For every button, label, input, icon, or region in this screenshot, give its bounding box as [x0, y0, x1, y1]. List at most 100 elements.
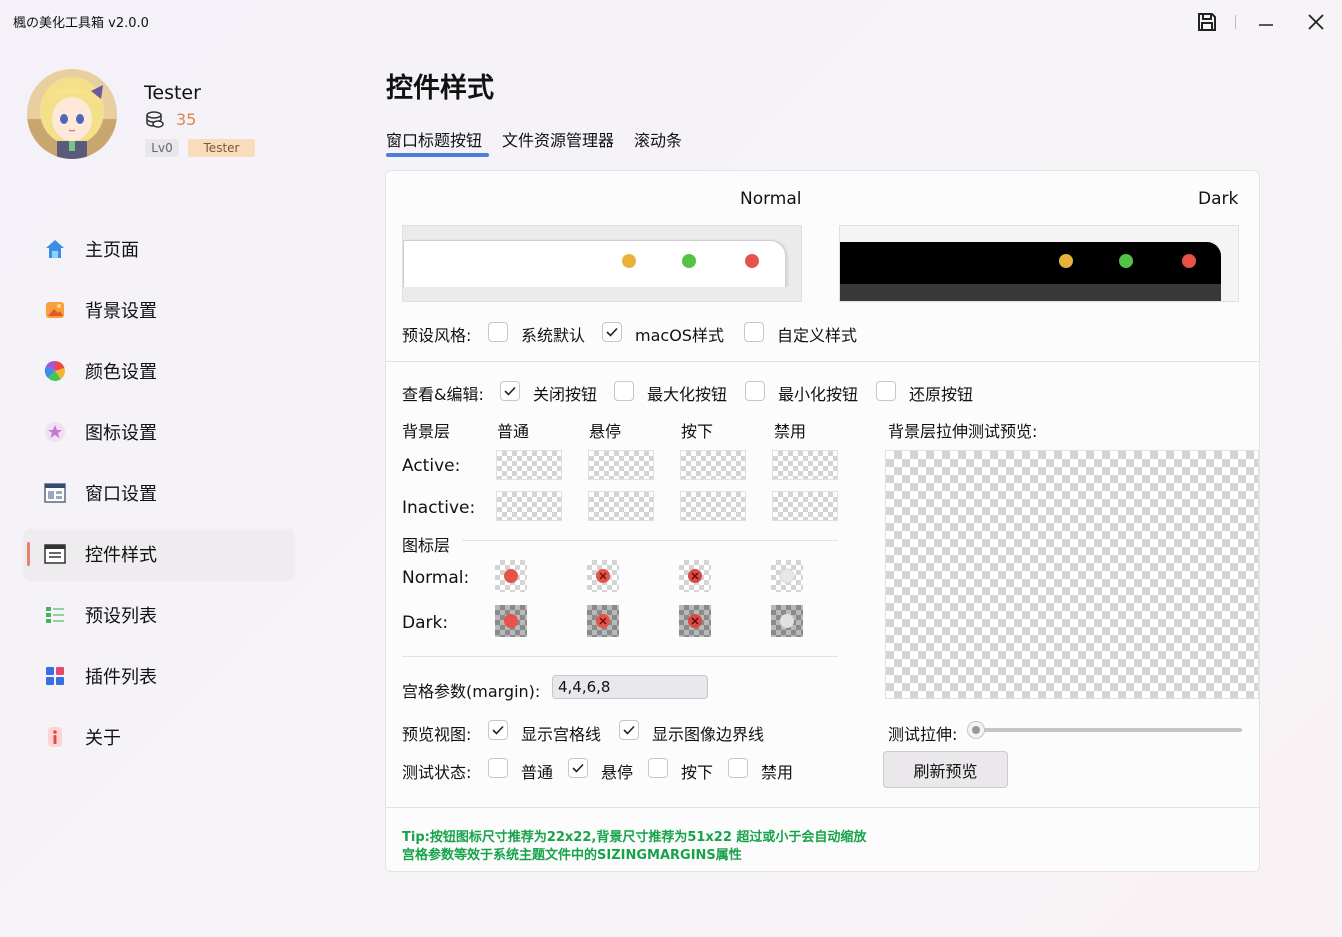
test-state-pressed-checkbox[interactable]	[648, 758, 668, 778]
mac-minimize-dot	[622, 254, 636, 268]
tip-line-1: Tip:按钮图标尺寸推荐为22x22,背景尺寸推荐为51x22 超过或小于会自动…	[402, 830, 867, 845]
icon-dark-disabled-slot[interactable]	[771, 605, 803, 637]
show-image-border-checkbox[interactable]	[619, 720, 639, 740]
titlebar-divider	[1235, 15, 1236, 29]
tab-scrollbar[interactable]: 滚动条	[634, 127, 682, 151]
preset-system-checkbox[interactable]	[488, 322, 508, 342]
stretch-slider-thumb[interactable]	[967, 721, 985, 739]
nav-item-home[interactable]: 主页面	[24, 224, 294, 274]
nav-label: 关于	[85, 728, 121, 749]
active-indicator	[27, 542, 30, 566]
divider	[386, 361, 1259, 362]
mac-close-dot	[1182, 254, 1196, 268]
nav-label: 预设列表	[85, 606, 157, 627]
coin-count: 35	[176, 110, 197, 129]
bg-active-pressed-slot[interactable]	[680, 450, 746, 480]
nav-item-background[interactable]: 背景设置	[24, 285, 294, 335]
edit-maximize-checkbox[interactable]	[614, 381, 634, 401]
icon-normal-row-label: Normal:	[402, 568, 470, 588]
preset-label: 预设风格:	[402, 326, 472, 345]
stretch-slider-track[interactable]	[974, 728, 1242, 732]
edit-close-checkbox[interactable]	[500, 381, 520, 401]
edit-close-label: 关闭按钮	[533, 385, 598, 404]
bg-active-hover-slot[interactable]	[588, 450, 654, 480]
test-state-disabled-checkbox[interactable]	[728, 758, 748, 778]
margin-label: 宫格参数(margin):	[402, 682, 541, 701]
test-state-hover-checkbox[interactable]	[568, 758, 588, 778]
preview-view-label: 预览视图:	[402, 725, 472, 744]
icon-dark-hover-slot[interactable]	[587, 605, 619, 637]
refresh-preview-button[interactable]: 刷新预览	[883, 751, 1008, 788]
nav-label: 控件样式	[85, 545, 157, 566]
mac-maximize-dot	[682, 254, 696, 268]
home-icon	[43, 237, 67, 261]
bg-active-normal-slot[interactable]	[496, 450, 562, 480]
bg-active-disabled-slot[interactable]	[772, 450, 838, 480]
margin-input[interactable]	[552, 675, 708, 699]
nav-label: 插件列表	[85, 667, 157, 688]
view-edit-label: 查看&编辑:	[402, 385, 484, 404]
minimize-button[interactable]	[1253, 10, 1279, 34]
icon-dark-pressed-slot[interactable]	[679, 605, 711, 637]
edit-minimize-label: 最小化按钮	[778, 385, 859, 404]
color-wheel-icon	[43, 359, 67, 383]
test-state-normal-checkbox[interactable]	[488, 758, 508, 778]
preview-normal	[402, 225, 802, 302]
edit-restore-label: 还原按钮	[909, 385, 974, 404]
icon-normal-hover-slot[interactable]	[587, 560, 619, 592]
bg-inactive-hover-slot[interactable]	[588, 491, 654, 521]
nav-item-plugins[interactable]: 插件列表	[24, 651, 294, 701]
level-badge: Lv0	[145, 139, 179, 157]
nav-item-icon[interactable]: 图标设置	[24, 407, 294, 457]
avatar[interactable]	[27, 69, 117, 159]
nav-item-about[interactable]: 关于	[24, 712, 294, 762]
preset-macos-checkbox[interactable]	[602, 322, 622, 342]
mac-maximize-dot	[1119, 254, 1133, 268]
close-dot-icon	[504, 614, 518, 628]
bg-inactive-disabled-slot[interactable]	[772, 491, 838, 521]
tab-title-buttons[interactable]: 窗口标题按钮	[386, 127, 482, 151]
nav-label: 背景设置	[85, 301, 157, 322]
icon-dark-row-label: Dark:	[402, 613, 449, 633]
bg-inactive-pressed-slot[interactable]	[680, 491, 746, 521]
icon-normal-normal-slot[interactable]	[495, 560, 527, 592]
close-x-icon	[688, 569, 702, 583]
divider	[386, 807, 1259, 808]
icon-normal-disabled-slot[interactable]	[771, 560, 803, 592]
nav-label: 主页面	[85, 240, 139, 261]
test-state-label: 测试状态:	[402, 763, 472, 782]
inactive-row-label: Inactive:	[402, 498, 476, 518]
bg-inactive-normal-slot[interactable]	[496, 491, 562, 521]
mac-close-dot	[745, 254, 759, 268]
icon-normal-pressed-slot[interactable]	[679, 560, 711, 592]
nav-item-controls[interactable]: 控件样式	[24, 529, 294, 579]
icon-dark-normal-slot[interactable]	[495, 605, 527, 637]
nav-item-color[interactable]: 颜色设置	[24, 346, 294, 396]
test-state-disabled-label: 禁用	[761, 763, 794, 782]
coins-icon	[145, 110, 165, 134]
close-x-icon	[596, 614, 610, 628]
check-icon	[504, 386, 516, 396]
test-stretch-label: 测试拉伸:	[888, 725, 958, 744]
test-state-hover-label: 悬停	[601, 763, 634, 782]
stretch-preview-label: 背景层拉伸测试预览:	[888, 422, 1038, 441]
close-x-icon	[596, 569, 610, 583]
close-dot-icon	[504, 569, 518, 583]
preset-custom-checkbox[interactable]	[744, 322, 764, 342]
title-badge: Tester	[188, 139, 255, 157]
tab-file-explorer[interactable]: 文件资源管理器	[502, 127, 614, 151]
page-title: 控件样式	[386, 73, 494, 104]
edit-restore-checkbox[interactable]	[876, 381, 896, 401]
state-disabled-header: 禁用	[774, 422, 807, 441]
active-row-label: Active:	[402, 456, 461, 476]
nav-item-window[interactable]: 窗口设置	[24, 468, 294, 518]
save-button[interactable]	[1194, 10, 1220, 34]
show-grid-lines-checkbox[interactable]	[488, 720, 508, 740]
edit-minimize-checkbox[interactable]	[745, 381, 765, 401]
test-state-normal-label: 普通	[521, 763, 554, 782]
nav-item-presets[interactable]: 预设列表	[24, 590, 294, 640]
apps-icon	[43, 664, 67, 688]
stretch-preview-area	[885, 450, 1259, 699]
save-icon	[1198, 13, 1216, 31]
close-button[interactable]	[1303, 10, 1329, 34]
